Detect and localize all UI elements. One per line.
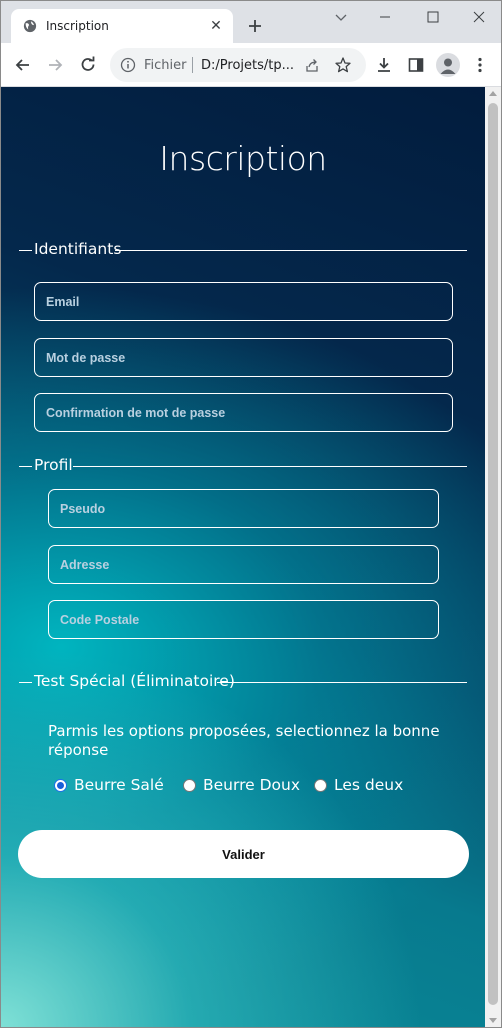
url-scheme-label: Fichier — [144, 58, 187, 73]
reload-icon[interactable] — [78, 55, 98, 75]
new-tab-icon[interactable] — [245, 16, 265, 36]
legend-divider — [19, 250, 32, 251]
person-icon — [440, 58, 456, 74]
tab-search-chevron-icon[interactable] — [331, 7, 351, 27]
scroll-down-arrow-icon[interactable] — [489, 1018, 497, 1023]
browser-window: Inscription ✕ Fichier D:/Projets/tp... I… — [0, 0, 502, 1028]
legend-profil: Profil — [34, 456, 73, 474]
legend-identifiants: Identifiants — [34, 240, 122, 258]
browser-tab[interactable]: Inscription ✕ — [11, 9, 233, 43]
info-icon[interactable] — [120, 57, 136, 73]
share-icon[interactable] — [304, 57, 320, 73]
legend-divider — [217, 682, 467, 683]
radio-button[interactable] — [314, 779, 327, 792]
globe-icon — [23, 19, 37, 33]
submit-button[interactable]: Valider — [18, 830, 469, 878]
menu-kebab-icon[interactable] — [470, 55, 490, 75]
code-postal-input[interactable] — [49, 601, 438, 638]
minimize-icon[interactable] — [375, 7, 395, 27]
legend-divider — [115, 250, 467, 251]
url-text[interactable]: D:/Projets/tp... — [201, 58, 294, 73]
vertical-scrollbar[interactable] — [485, 87, 501, 1027]
legend-test: Test Spécial (Éliminatoire) — [34, 672, 235, 690]
forward-arrow-icon[interactable] — [45, 55, 65, 75]
fieldset-test-legend: Test Spécial (Éliminatoire) — [19, 672, 467, 692]
fieldset-identifiants-legend: Identifiants — [19, 240, 467, 260]
page-title: Inscription — [159, 139, 327, 178]
confirm-password-field[interactable] — [34, 393, 453, 432]
radio-label[interactable]: Les deux — [334, 776, 403, 794]
profile-avatar[interactable] — [436, 53, 460, 77]
email-input[interactable] — [35, 283, 452, 320]
radio-button-checked[interactable] — [54, 779, 67, 792]
close-window-icon[interactable] — [469, 7, 489, 27]
close-tab-icon[interactable]: ✕ — [208, 17, 224, 33]
confirm-password-input[interactable] — [35, 394, 452, 431]
radio-label[interactable]: Beurre Doux — [203, 776, 300, 794]
back-arrow-icon[interactable] — [13, 55, 33, 75]
email-field[interactable] — [34, 282, 453, 321]
fieldset-profil-legend: Profil — [19, 456, 467, 476]
password-field[interactable] — [34, 338, 453, 377]
omnibox-divider — [192, 57, 193, 73]
password-input[interactable] — [35, 339, 452, 376]
page-viewport: Inscription Identifiants Profil — [1, 87, 501, 1027]
legend-divider — [19, 682, 32, 683]
legend-divider — [19, 466, 32, 467]
quiz-question: Parmis les options proposées, selectionn… — [48, 722, 440, 759]
address-bar[interactable]: Fichier D:/Projets/tp... — [110, 48, 366, 82]
legend-divider — [73, 466, 467, 467]
maximize-icon[interactable] — [423, 7, 443, 27]
radio-label[interactable]: Beurre Salé — [74, 776, 164, 794]
pseudo-field[interactable] — [48, 489, 439, 528]
download-icon[interactable] — [374, 55, 394, 75]
pseudo-input[interactable] — [49, 490, 438, 527]
scroll-thumb[interactable] — [488, 103, 498, 1005]
bookmark-star-icon[interactable] — [334, 56, 352, 74]
tab-strip: Inscription ✕ — [1, 1, 501, 43]
adresse-field[interactable] — [48, 545, 439, 584]
side-panel-icon[interactable] — [406, 55, 426, 75]
tab-title: Inscription — [46, 19, 109, 33]
browser-toolbar: Fichier D:/Projets/tp... — [1, 43, 501, 87]
radio-button[interactable] — [183, 779, 196, 792]
scroll-up-arrow-icon[interactable] — [489, 91, 497, 96]
adresse-input[interactable] — [49, 546, 438, 583]
code-postal-field[interactable] — [48, 600, 439, 639]
